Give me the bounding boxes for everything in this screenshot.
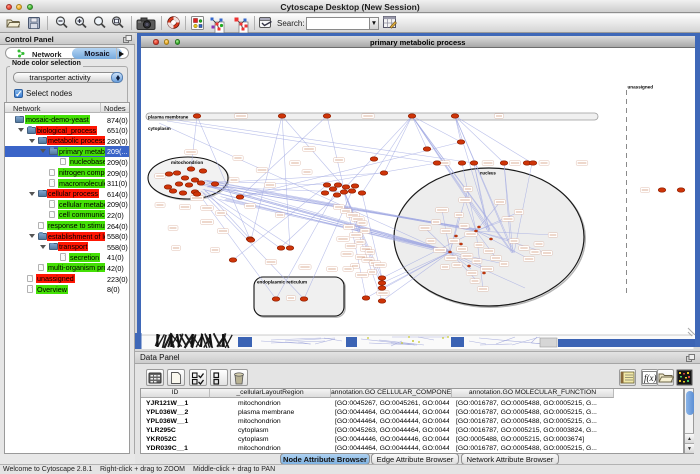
svg-text:f(x): f(x): [644, 373, 657, 383]
